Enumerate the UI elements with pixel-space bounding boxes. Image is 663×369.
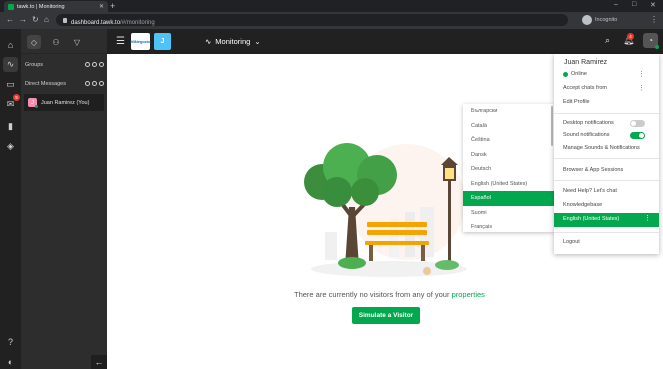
reporting-nav-icon[interactable]: ▮ (3, 119, 18, 134)
addons-nav-icon[interactable]: ◈ (3, 139, 18, 154)
url-host: dashboard.tawk.to (71, 20, 121, 26)
knowledgebase-item[interactable]: Knowledgebase (563, 202, 653, 208)
sound-notifications-toggle[interactable] (630, 131, 645, 139)
empty-state-text: There are currently no visitors from any… (294, 290, 485, 299)
divider (554, 113, 659, 114)
maximize-icon[interactable]: □ (632, 1, 636, 8)
sound-notifications-item[interactable]: Sound notifications (563, 131, 653, 139)
accept-chats-item[interactable]: Accept chats from ⋮ (563, 84, 653, 92)
property-logo[interactable]: MiNegocio (130, 33, 151, 50)
direct-messages-label: Direct Messages (25, 81, 66, 87)
view-title: Monitoring (215, 37, 251, 46)
need-help-item[interactable]: Need Help? Let's chat (563, 188, 653, 194)
back-icon[interactable]: ← (6, 15, 14, 24)
language-item[interactable]: English (United States) ⋮ (554, 213, 659, 227)
language-option[interactable]: Català (463, 119, 554, 134)
monitoring-nav-icon[interactable]: ∿ (3, 57, 18, 72)
minimize-icon[interactable]: – (614, 1, 618, 8)
browser-sessions-item[interactable]: Browser & App Sessions (563, 167, 653, 173)
properties-link[interactable]: properties (452, 290, 485, 299)
user-status-dot (655, 45, 659, 49)
language-menu: Български Català Čeština Dansk Deutsch E… (463, 104, 554, 232)
incognito-label: Incognito (595, 17, 618, 23)
logout-item[interactable]: Logout (563, 239, 653, 245)
close-window-icon[interactable]: ✕ (650, 1, 656, 9)
panel-toolbar: ◇ ⚇ ▽ (21, 29, 107, 54)
layers-icon[interactable]: ◇ (27, 35, 41, 49)
simulate-visitor-button[interactable]: Simulate a Visitor (352, 307, 420, 324)
dm-item-self[interactable]: J Juan Ramirez (You) (24, 94, 104, 111)
groups-label: Groups (25, 62, 44, 68)
park-illustration (304, 143, 467, 277)
address-toolbar: ← → ↻ ⌂ dashboard.tawk.to/#/monitoring I… (0, 12, 663, 29)
nav-rail: ⌂ ∿ ▭ ✉ 9 ▮ ◈ ? ◐ (0, 29, 21, 369)
language-option[interactable]: Suomi (463, 206, 554, 221)
dm-user-name: Juan Ramirez (You) (41, 99, 90, 106)
user-menu: Juan Ramirez Online ⋮ Accept chats from ⋮ … (554, 54, 659, 254)
browser-menu-icon[interactable]: ⋮ (650, 15, 658, 24)
more-options-icon[interactable]: ⋮ (638, 84, 645, 92)
groups-actions (85, 62, 104, 67)
language-option[interactable]: Français (463, 220, 554, 232)
tab-title: tawk.to | Monitoring (17, 3, 65, 10)
language-option[interactable]: Български (463, 104, 554, 119)
search-icon[interactable]: ⌕ (605, 35, 610, 46)
language-option[interactable]: Dansk (463, 148, 554, 163)
reload-icon[interactable]: ↻ (32, 15, 39, 24)
home-icon[interactable]: ⌂ (44, 15, 49, 24)
view-selector[interactable]: ∿ Monitoring ⌄ (205, 37, 261, 46)
pulse-icon: ∿ (205, 37, 212, 46)
property-avatar[interactable]: J (154, 33, 171, 50)
inbox-badge: 9 (13, 94, 20, 101)
language-option[interactable]: Deutsch (463, 162, 554, 177)
filter-icon[interactable]: ▽ (70, 35, 84, 49)
new-tab-icon[interactable]: + (110, 1, 115, 11)
copy-group-icon[interactable] (92, 62, 97, 67)
close-tab-icon[interactable]: ✕ (99, 3, 104, 10)
more-options-icon[interactable]: ⋮ (644, 214, 651, 222)
help-nav-icon[interactable]: ? (3, 334, 18, 349)
language-option[interactable]: Čeština (463, 133, 554, 148)
status-selector[interactable]: Online ⋮ (563, 70, 653, 78)
dm-actions (85, 81, 104, 86)
desktop-notifications-item[interactable]: Desktop notifications (563, 119, 653, 127)
divider (554, 158, 659, 159)
language-scrollbar[interactable] (551, 106, 553, 146)
tawkto-favicon-icon (8, 3, 14, 10)
divider (554, 232, 659, 233)
incognito-indicator[interactable]: Incognito (582, 15, 617, 25)
manage-sounds-item[interactable]: Manage Sounds & Notifications (563, 145, 653, 151)
inbox-nav-icon[interactable]: ✉ 9 (3, 94, 20, 112)
chevron-down-icon: ⌄ (254, 37, 261, 46)
search-dm-icon[interactable] (99, 81, 104, 86)
add-user-icon[interactable]: ⚇ (49, 35, 63, 49)
url-bar[interactable]: dashboard.tawk.to/#/monitoring (56, 14, 568, 26)
desktop-notifications-toggle[interactable] (630, 119, 645, 127)
lock-icon (63, 17, 67, 23)
search-group-icon[interactable] (99, 62, 104, 67)
collapse-panel-icon[interactable]: ← (91, 355, 107, 369)
more-options-icon[interactable]: ⋮ (638, 70, 645, 78)
online-status-icon (35, 105, 38, 108)
incognito-icon (582, 15, 592, 25)
settings-nav-icon[interactable]: ◐ (3, 354, 18, 369)
copy-dm-icon[interactable] (92, 81, 97, 86)
language-option[interactable]: English (United States) (463, 177, 554, 192)
home-nav-icon[interactable]: ⌂ (3, 37, 18, 52)
avatar: J (28, 98, 38, 108)
forward-icon[interactable]: → (19, 15, 27, 24)
add-dm-icon[interactable] (85, 81, 90, 86)
notification-badge: 4 (627, 33, 634, 40)
hamburger-menu-icon[interactable]: ☰ (116, 36, 125, 47)
url-path: /#/monitoring (120, 20, 155, 26)
user-name: Juan Ramirez (564, 59, 608, 66)
add-group-icon[interactable] (85, 62, 90, 67)
online-status-icon (563, 71, 568, 77)
chat-panel: Groups Direct Messages J Juan Ramirez (Y… (21, 54, 107, 369)
language-option-selected[interactable]: Español (463, 191, 554, 206)
messaging-nav-icon[interactable]: ▭ (3, 77, 18, 92)
edit-profile-item[interactable]: Edit Profile (563, 99, 653, 105)
divider (554, 180, 659, 181)
